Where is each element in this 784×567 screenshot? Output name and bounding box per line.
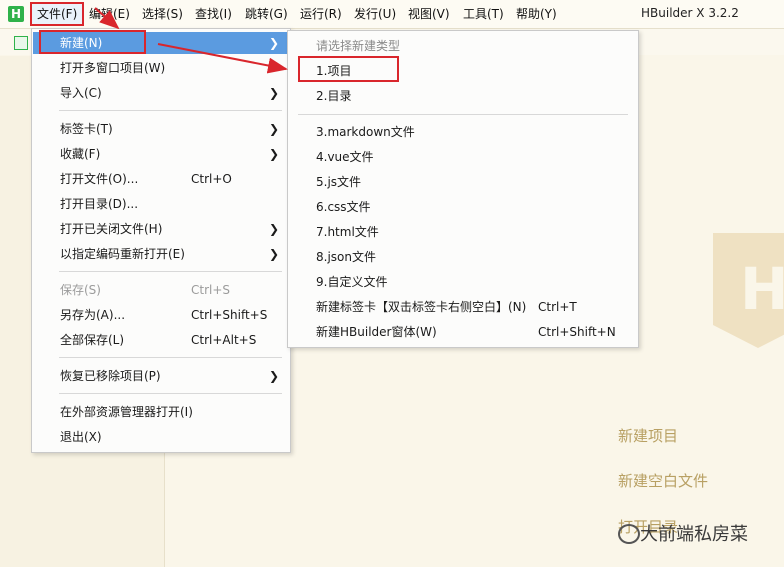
new-window-label: 新建HBuilder窗体(W) bbox=[316, 325, 437, 339]
menu-file[interactable]: 文件(F) bbox=[29, 2, 85, 26]
submenu-header: 请选择新建类型 bbox=[316, 39, 401, 53]
separator bbox=[59, 357, 282, 358]
welcome-new-project[interactable]: 新建项目 bbox=[618, 425, 678, 446]
shortcut-label: Ctrl+Shift+N bbox=[538, 325, 616, 339]
new-window[interactable]: 新建HBuilder窗体(W) Ctrl+Shift+N bbox=[289, 321, 637, 343]
chevron-right-icon: ❯ bbox=[268, 147, 279, 161]
new-directory[interactable]: 2.目录 bbox=[289, 85, 637, 107]
new-js-file[interactable]: 5.js文件 bbox=[289, 171, 637, 193]
menu-tabs[interactable]: 标签卡(T) ❯ bbox=[33, 118, 289, 140]
menu-open-in-explorer-label: 在外部资源管理器打开(I) bbox=[60, 405, 193, 419]
menu-find[interactable]: 查找(I) bbox=[190, 4, 237, 24]
shortcut-label: Ctrl+T bbox=[538, 300, 577, 314]
separator bbox=[59, 271, 282, 272]
new-json-file[interactable]: 8.json文件 bbox=[289, 246, 637, 268]
app-title: HBuilder X 3.2.2 bbox=[641, 6, 739, 20]
menu-goto[interactable]: 跳转(G) bbox=[240, 4, 293, 24]
menu-favorites[interactable]: 收藏(F) ❯ bbox=[33, 143, 289, 165]
new-tab[interactable]: 新建标签卡【双击标签卡右侧空白】(N) Ctrl+T bbox=[289, 296, 637, 318]
menu-exit-label: 退出(X) bbox=[60, 430, 102, 444]
menu-view[interactable]: 视图(V) bbox=[403, 4, 455, 24]
menu-exit[interactable]: 退出(X) bbox=[33, 426, 289, 448]
menu-save-all-label: 全部保存(L) bbox=[60, 333, 125, 347]
hx-letter-icon: H bbox=[740, 255, 784, 323]
menu-open-directory-label: 打开目录(D)... bbox=[60, 197, 139, 211]
separator bbox=[59, 393, 282, 394]
chevron-right-icon: ❯ bbox=[268, 36, 279, 50]
new-html-file[interactable]: 7.html文件 bbox=[289, 221, 637, 243]
menu-open-file[interactable]: 打开文件(O)... Ctrl+O bbox=[33, 168, 289, 190]
menu-reopen-with-encoding-label: 以指定编码重新打开(E) bbox=[60, 247, 185, 261]
menu-open-in-explorer[interactable]: 在外部资源管理器打开(I) bbox=[33, 401, 289, 423]
menu-bar: H 文件(F) 编辑(E) 选择(S) 查找(I) 跳转(G) 运行(R) 发行… bbox=[0, 0, 784, 29]
new-vue-file[interactable]: 4.vue文件 bbox=[289, 146, 637, 168]
menu-run[interactable]: 运行(R) bbox=[295, 4, 347, 24]
chevron-right-icon: ❯ bbox=[268, 122, 279, 136]
shortcut-label: Ctrl+Alt+S bbox=[191, 333, 257, 347]
annotation-box-project bbox=[298, 56, 399, 82]
menu-open-directory[interactable]: 打开目录(D)... bbox=[33, 193, 289, 215]
menu-help[interactable]: 帮助(Y) bbox=[511, 4, 562, 24]
welcome-new-blank-file[interactable]: 新建空白文件 bbox=[618, 470, 708, 491]
menu-save-as-label: 另存为(A)... bbox=[60, 308, 126, 322]
menu-reopen-with-encoding[interactable]: 以指定编码重新打开(E) ❯ bbox=[33, 243, 289, 265]
menu-tools[interactable]: 工具(T) bbox=[458, 4, 509, 24]
file-menu: 新建(N) ❯ 打开多窗口项目(W) 导入(C) ❯ 标签卡(T) ❯ 收藏(F… bbox=[31, 28, 291, 453]
chevron-right-icon: ❯ bbox=[268, 247, 279, 261]
chevron-right-icon: ❯ bbox=[268, 369, 279, 383]
menu-publish[interactable]: 发行(U) bbox=[349, 4, 401, 24]
menu-tabs-label: 标签卡(T) bbox=[60, 122, 113, 136]
separator bbox=[59, 110, 282, 111]
chevron-right-icon: ❯ bbox=[268, 86, 279, 100]
annotation-box-new bbox=[39, 30, 146, 54]
menu-open-file-label: 打开文件(O)... bbox=[60, 172, 139, 186]
menu-import[interactable]: 导入(C) ❯ bbox=[33, 82, 289, 104]
menu-edit[interactable]: 编辑(E) bbox=[84, 4, 135, 24]
separator bbox=[298, 114, 628, 115]
menu-open-multi-window-label: 打开多窗口项目(W) bbox=[60, 61, 166, 75]
chevron-right-icon: ❯ bbox=[268, 222, 279, 236]
watermark-text: 大前端私房菜 bbox=[640, 524, 748, 545]
menu-save-as[interactable]: 另存为(A)... Ctrl+Shift+S bbox=[33, 304, 289, 326]
shortcut-label: Ctrl+O bbox=[191, 172, 232, 186]
menu-save-label: 保存(S) bbox=[60, 283, 101, 297]
menu-favorites-label: 收藏(F) bbox=[60, 147, 101, 161]
menu-select[interactable]: 选择(S) bbox=[137, 4, 188, 24]
shortcut-label: Ctrl+Shift+S bbox=[191, 308, 268, 322]
new-custom-file[interactable]: 9.自定义文件 bbox=[289, 271, 637, 293]
menu-open-multi-window[interactable]: 打开多窗口项目(W) bbox=[33, 57, 289, 79]
shortcut-label: Ctrl+S bbox=[191, 283, 231, 297]
menu-open-closed-file[interactable]: 打开已关闭文件(H) ❯ bbox=[33, 218, 289, 240]
menu-open-closed-file-label: 打开已关闭文件(H) bbox=[60, 222, 163, 236]
new-markdown-file[interactable]: 3.markdown文件 bbox=[289, 121, 637, 143]
hbuilder-logo-icon: H bbox=[8, 6, 24, 22]
menu-save-all[interactable]: 全部保存(L) Ctrl+Alt+S bbox=[33, 329, 289, 351]
menu-restore-removed-label: 恢复已移除项目(P) bbox=[60, 369, 161, 383]
menu-save[interactable]: 保存(S) Ctrl+S bbox=[33, 279, 289, 301]
new-css-file[interactable]: 6.css文件 bbox=[289, 196, 637, 218]
wechat-icon bbox=[618, 524, 640, 544]
new-file-icon[interactable] bbox=[14, 36, 28, 50]
menu-import-label: 导入(C) bbox=[60, 86, 102, 100]
new-tab-label: 新建标签卡【双击标签卡右侧空白】(N) bbox=[316, 300, 527, 314]
menu-restore-removed[interactable]: 恢复已移除项目(P) ❯ bbox=[33, 365, 289, 387]
